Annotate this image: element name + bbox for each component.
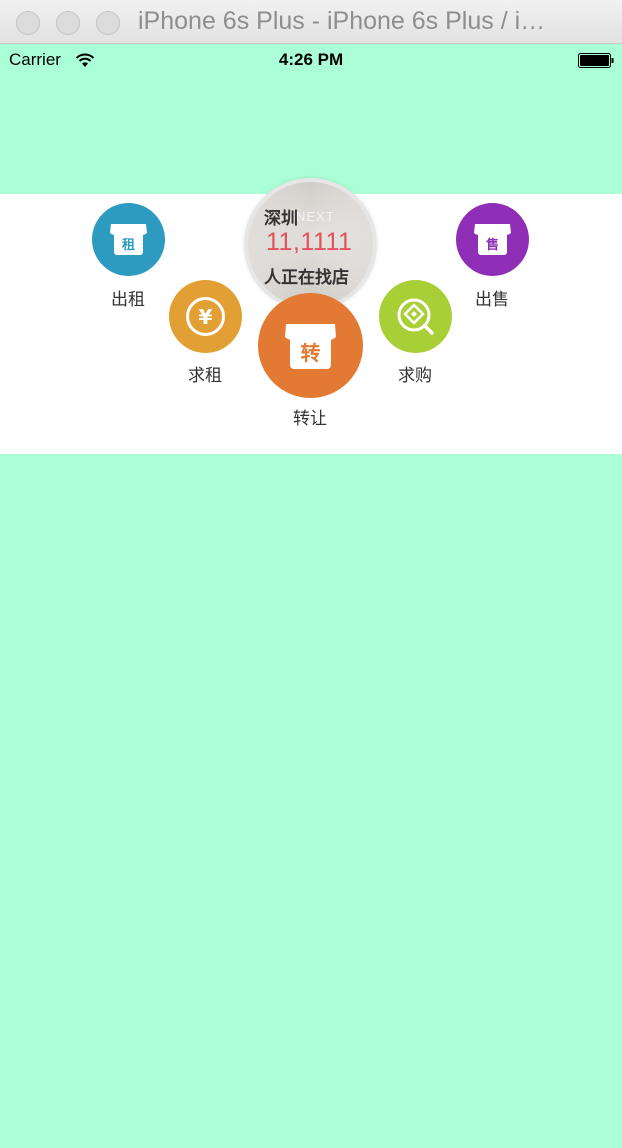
zoom-window-button[interactable] [96, 11, 120, 35]
transfer-label: 转让 [293, 409, 327, 428]
transfer-button[interactable]: 转 [258, 293, 363, 398]
sell-button[interactable]: 售 [456, 203, 529, 276]
status-bar: Carrier 4:26 PM [0, 44, 622, 76]
seeker-count: 11,1111 [266, 228, 353, 256]
clock: 4:26 PM [278, 50, 344, 69]
sell-glyph: 售 [486, 237, 499, 253]
transfer-glyph: 转 [301, 341, 321, 365]
seeker-caption: 人正在找店 [264, 268, 349, 287]
yen-circle-icon: ¥ [186, 297, 225, 336]
minimize-window-button[interactable] [56, 11, 80, 35]
shop-icon: 售 [474, 224, 511, 255]
shop-icon: 租 [110, 224, 147, 255]
seek-buy-label: 求购 [398, 366, 432, 385]
seek-rent-label: 求租 [188, 366, 222, 385]
close-window-button[interactable] [16, 11, 40, 35]
battery-icon [578, 53, 614, 68]
yen-glyph: ¥ [199, 305, 213, 329]
sell-label: 出售 [475, 290, 509, 309]
device-screen: Carrier 4:26 PM NEXT 深圳 11,1111 人正在找店 租 … [0, 44, 622, 1148]
seek-buy-button[interactable] [379, 280, 452, 353]
rent-glyph: 租 [122, 238, 135, 253]
seek-rent-button[interactable]: ¥ [169, 280, 242, 353]
shop-icon: 转 [285, 324, 336, 369]
rent-out-button[interactable]: 租 [92, 203, 165, 276]
window-title: iPhone 6s Plus - iPhone 6s Plus / i… [138, 7, 546, 35]
diamond-search-icon [397, 298, 434, 335]
rent-out-label: 出租 [111, 290, 145, 309]
store-sign-text: NEXT [296, 209, 335, 224]
simulator-title-bar: iPhone 6s Plus - iPhone 6s Plus / i… [0, 0, 622, 44]
city-label: 深圳 [264, 209, 298, 228]
